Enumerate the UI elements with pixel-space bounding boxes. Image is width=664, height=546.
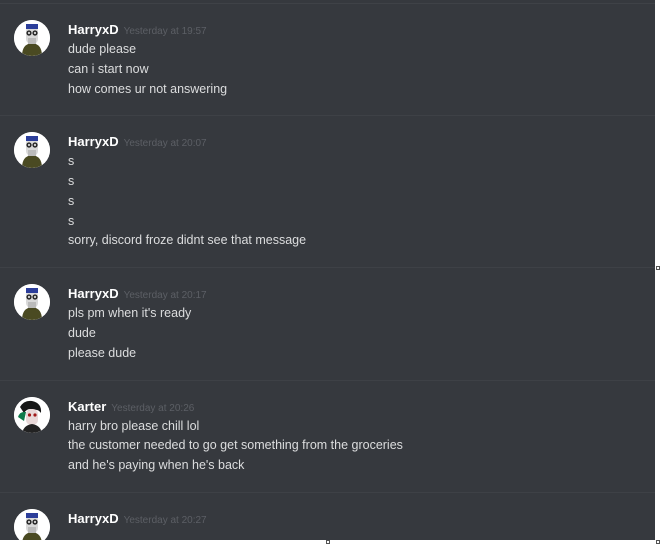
screenshot-bottom-margin (0, 540, 664, 546)
message-author[interactable]: HarryxD Yesterday at 20:07 (68, 134, 207, 152)
message-timestamp: Yesterday at 20:27 (123, 515, 207, 526)
message-group: HarryxD Yesterday at 20:07 s s s s sorry,… (0, 116, 655, 268)
message-group: Karter Yesterday at 20:26 harry bro pleas… (0, 381, 655, 493)
chat-messages-panel: HarryxD Yesterday at 19:57 dude please ca… (0, 0, 655, 540)
resize-handle-bottom[interactable] (326, 540, 330, 544)
avatar[interactable] (14, 284, 50, 320)
message-author[interactable]: HarryxD Yesterday at 20:17 (68, 286, 207, 304)
message-group: HarryxD Yesterday at 20:27 (0, 493, 655, 540)
message-line: s (68, 174, 75, 188)
message-timestamp: Yesterday at 20:26 (111, 403, 195, 414)
harry-avatar-icon (14, 20, 50, 56)
message-line: can i start now (68, 62, 149, 76)
karter-avatar-icon (14, 397, 50, 433)
message-line: how comes ur not answering (68, 82, 228, 96)
message-line: pls pm when it's ready (68, 306, 192, 320)
message-line: and he's paying when he's back (68, 458, 245, 472)
author-name[interactable]: HarryxD (68, 22, 119, 37)
message-author[interactable]: HarryxD Yesterday at 20:27 (68, 511, 207, 529)
message-line: please dude (68, 346, 137, 360)
message-line: dude please (68, 42, 137, 56)
message-author[interactable]: Karter Yesterday at 20:26 (68, 399, 194, 417)
author-name[interactable]: HarryxD (68, 511, 119, 526)
message-line: s (68, 214, 75, 228)
message-timestamp: Yesterday at 20:17 (123, 290, 207, 301)
resize-handle-corner[interactable] (656, 540, 660, 544)
avatar[interactable] (14, 20, 50, 56)
author-name[interactable]: Karter (68, 399, 106, 414)
message-timestamp: Yesterday at 20:07 (123, 138, 207, 149)
message-line: s (68, 154, 75, 168)
resize-handle-right[interactable] (656, 266, 660, 270)
message-line: the customer needed to go get something … (68, 438, 403, 452)
harry-avatar-icon (14, 284, 50, 320)
author-name[interactable]: HarryxD (68, 134, 119, 149)
message-group: HarryxD Yesterday at 20:17 pls pm when it… (0, 268, 655, 381)
message-line: s (68, 194, 75, 208)
harry-avatar-icon (14, 509, 50, 540)
message-line: dude (68, 326, 96, 340)
message-author[interactable]: HarryxD Yesterday at 19:57 (68, 22, 207, 40)
message-group: HarryxD Yesterday at 19:57 dude please ca… (0, 4, 655, 116)
avatar[interactable] (14, 509, 50, 540)
message-line: harry bro please chill lol (68, 419, 200, 433)
message-timestamp: Yesterday at 19:57 (123, 26, 207, 37)
avatar[interactable] (14, 132, 50, 168)
author-name[interactable]: HarryxD (68, 286, 119, 301)
screenshot-right-margin (655, 0, 664, 546)
harry-avatar-icon (14, 132, 50, 168)
avatar[interactable] (14, 397, 50, 433)
message-line: sorry, discord froze didnt see that mess… (68, 233, 307, 247)
